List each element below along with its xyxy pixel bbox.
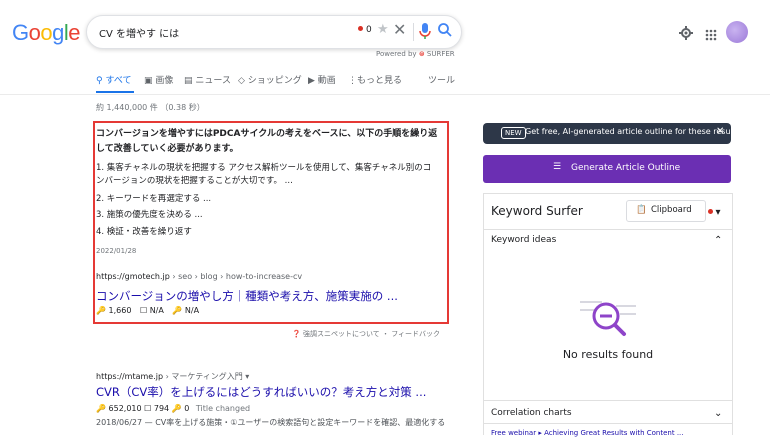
snippet-feedback[interactable]: ❓ 強調スニペットについて ・ フィードバック [292,329,440,339]
tab-tools[interactable]: ツール [428,73,455,86]
result-link[interactable]: CVR（CV率）を上げるにはどうすればいいの？考え方と対策 ... [96,384,426,400]
tag-icon: ◇ [238,76,245,86]
tabs-divider [0,94,770,95]
result-stats: 約 1,440,000 件 （0.38 秒） [96,103,205,112]
tab-label: 画像 [155,76,174,86]
search-divider [413,23,414,41]
result-description: 2018/06/27 — CV率を上げる施策・①ユーザーの検索語句と設定キーワー… [96,418,446,427]
result-url[interactable]: https://mtame.jp › マーケティング入門 ▾ [96,371,249,382]
metric-value: 0 [184,404,190,413]
avatar[interactable] [726,21,748,43]
metric-value: 652,010 [108,404,142,413]
metric-note: Title changed [195,404,251,413]
correlation-charts-header[interactable]: Correlation charts [491,408,572,418]
surfer-logo: ⊜ [418,50,425,58]
page-icon: ☐ [144,404,152,413]
metric-value: N/A [149,306,164,315]
star-icon[interactable]: ★ [377,22,389,37]
tab-label: すべて [105,76,132,86]
video-icon: ▶ [308,76,315,86]
apps-grid-icon[interactable] [705,26,717,45]
clipboard-button[interactable]: 📋 Clipboard [626,200,706,222]
snippet-date: 2022/01/28 [96,247,137,255]
no-results-text: No results found [562,348,654,361]
no-results-icon [580,296,636,344]
close-icon[interactable]: ✕ [393,20,406,39]
panel-divider [484,423,732,424]
clipboard-icon: 📋 [636,205,647,215]
snippet-list-item: 2. キーワードを再選定する ... [96,194,212,204]
chevron-down-icon: ▾ [715,207,721,218]
tab-news[interactable]: ▤ ニュース [184,73,231,86]
powered-by-label: Powered by [376,50,417,58]
mic-icon[interactable] [419,22,431,44]
country-selector[interactable]: ▾ [708,207,721,218]
snippet-list-item: 3. 施策の優先度を決める ... [96,210,203,220]
recorder-indicator: 0 [358,25,372,35]
key-icon: 🔑 [96,404,106,413]
flag-icon [708,209,713,214]
key-icon: 🔑 [96,306,106,315]
panel-divider [484,229,732,230]
feedback-label: 強調スニペットについて ・ フィードバック [302,330,441,338]
keyword-ideas-header[interactable]: Keyword ideas [491,235,556,245]
button-label: Generate Article Outline [571,163,681,173]
list-icon: ☰ [553,162,562,172]
banner-text: Get free, AI-generated article outline f… [525,127,741,136]
panel-divider [484,400,732,401]
news-icon: ▤ [184,76,193,86]
tab-more[interactable]: ⋮もっと見る [348,73,402,86]
snippet-title: コンバージョンを増やすにはPDCAサイクルの考えをベースに、以下の手順を繰り返し… [96,129,438,154]
result-metrics: 🔑 652,010 ☐ 794 🔑 0 Title changed [96,404,250,413]
result-url[interactable]: https://gmotech.jp › seo › blog › how-to… [96,272,302,281]
result-metrics: 🔑 1,660 ☐ N/A 🔑 N/A [96,306,205,315]
search-icon[interactable] [437,22,453,42]
url-crumbs: › マーケティング入門 ▾ [163,372,250,381]
tab-images[interactable]: ▣ 画像 [144,73,173,86]
url-host: https://gmotech.jp [96,272,170,281]
metric-value: N/A [184,306,200,315]
panel-title: Keyword Surfer [491,204,583,218]
surfer-brand: SURFER [426,50,455,58]
result-link[interactable]: コンバージョンの増やし方｜種類や考え方、施策実施の ... [96,288,398,304]
key-icon: 🔑 [171,404,182,413]
close-icon[interactable]: ✕ [716,126,724,137]
metric-value: 1,660 [108,306,132,315]
search-input[interactable]: CV を増やす には [99,25,179,40]
url-host: https://mtame.jp [96,372,164,381]
search-icon: ⚲ [96,76,103,86]
gear-icon[interactable] [679,25,693,44]
chevron-up-icon[interactable]: ⌃ [714,235,722,246]
tab-shopping[interactable]: ◇ ショッピング [238,73,302,86]
tab-label: ニュース [195,76,231,86]
image-icon: ▣ [144,76,153,86]
tab-all[interactable]: ⚲ すべて [96,73,131,86]
tab-label: ツール [428,76,456,86]
webinar-link[interactable]: Free webinar ▸ Achieving Great Results w… [491,429,684,437]
tab-label: もっと見る [357,76,403,86]
page-icon: ☐ [139,306,148,315]
tab-label: 動画 [317,76,336,86]
clipboard-label: Clipboard [651,205,692,215]
chevron-down-icon[interactable]: ⌄ [714,408,722,419]
url-crumbs: › seo › blog › how-to-increase-cv [169,272,303,281]
search-box[interactable]: CV を増やす には 0 ★ ✕ [86,15,462,49]
tab-label: ショッピング [247,76,302,86]
snippet-list-item: 1. 集客チャネルの現状を把握する アクセス解析ツールを使用して、集客チャネル別… [96,163,432,186]
google-logo[interactable]: Google [12,20,81,46]
active-tab-indicator [96,91,134,93]
help-icon: ❓ [292,330,301,338]
key-icon: 🔑 [172,306,183,315]
new-badge: NEW [501,127,526,139]
powered-by: Powered by ⊜ SURFER [376,50,455,58]
tab-videos[interactable]: ▶ 動画 [308,73,336,86]
recorder-count: 0 [366,25,372,35]
more-icon: ⋮ [348,76,357,86]
generate-outline-button[interactable]: ☰ Generate Article Outline [483,155,731,183]
metric-value: 794 [153,404,170,413]
snippet-list-item: 4. 検証・改善を繰り返す [96,227,192,237]
ai-outline-banner: NEW Get free, AI-generated article outli… [483,123,740,144]
keyword-surfer-panel: Keyword Surfer 📋 Clipboard ▾ Keyword ide… [483,193,733,437]
